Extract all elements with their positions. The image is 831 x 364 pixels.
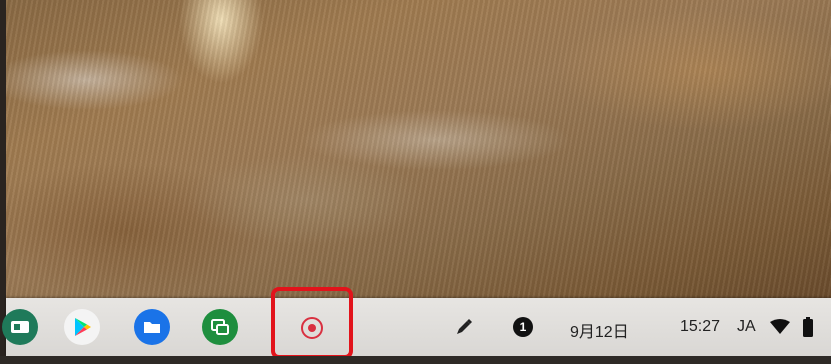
remote-desktop-icon[interactable] <box>202 309 238 345</box>
remote-desktop-glyph <box>211 319 229 335</box>
wifi-icon[interactable] <box>770 319 790 335</box>
app-icon-partial-glyph <box>11 321 29 333</box>
screen-bezel-bottom <box>0 356 831 364</box>
time-label[interactable]: 15:27 <box>680 318 720 336</box>
date-label[interactable]: 9月12日 <box>570 318 629 342</box>
play-store-icon[interactable] <box>64 309 100 345</box>
folder-glyph <box>144 322 160 333</box>
desktop-screen: 1 9月12日 15:27 JA <box>0 0 831 364</box>
stylus-icon[interactable] <box>452 316 474 338</box>
folder-icon[interactable] <box>134 309 170 345</box>
ime-indicator[interactable]: JA <box>737 318 756 336</box>
wallpaper <box>6 0 831 300</box>
stop-record-dot <box>308 324 316 332</box>
app-icon-partial[interactable] <box>2 309 38 345</box>
play-store-glyph <box>75 318 91 336</box>
notification-count-badge[interactable]: 1 <box>513 317 533 337</box>
battery-icon[interactable] <box>803 317 813 337</box>
stop-record-icon[interactable] <box>301 317 323 339</box>
